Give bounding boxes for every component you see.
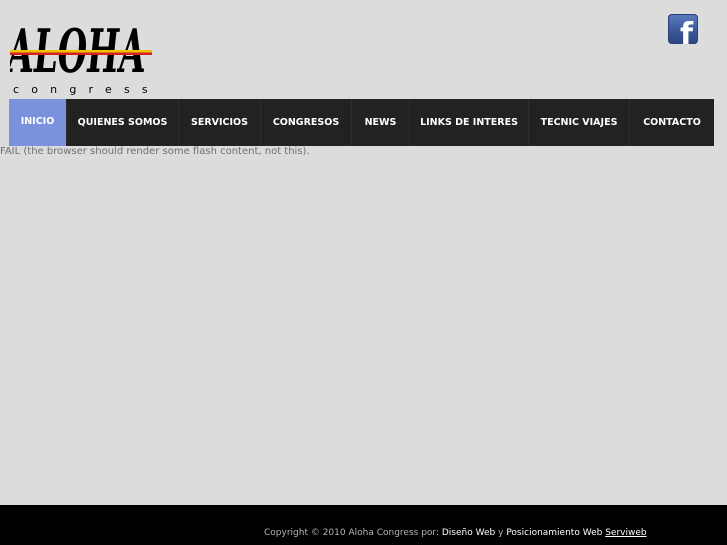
nav-item-congresos[interactable]: CONGRESOS <box>261 99 352 146</box>
footer-copyright: Copyright © 2010 Aloha Congress por: <box>264 528 439 538</box>
nav-item-tecnic-viajes[interactable]: TECNIC VIAJES <box>529 99 630 146</box>
footer-credits: Copyright © 2010 Aloha Congress por: Dis… <box>264 528 647 538</box>
footer-connector: y <box>498 528 504 538</box>
aloha-congress-logo[interactable]: ALOHA congress <box>10 8 160 98</box>
footer-link-diseno-web[interactable]: Diseño Web <box>442 528 495 538</box>
aloha-logo-mark: ALOHA <box>10 17 152 83</box>
logo-stripe-yellow <box>10 50 152 53</box>
footer-link-serviweb[interactable]: Serviweb <box>605 528 646 538</box>
logo-subtitle: congress <box>13 83 160 96</box>
nav-item-news[interactable]: NEWS <box>352 99 410 146</box>
facebook-glyph: f <box>679 17 693 45</box>
facebook-icon[interactable]: f <box>668 14 698 44</box>
nav-item-quienes-somos[interactable]: QUIENES SOMOS <box>67 99 179 146</box>
nav-item-inicio[interactable]: INICIO <box>9 99 67 146</box>
main-nav: INICIO QUIENES SOMOS SERVICIOS CONGRESOS… <box>9 99 714 146</box>
logo-stripe-red <box>10 52 152 55</box>
nav-item-links-de-interes[interactable]: LINKS DE INTERES <box>410 99 529 146</box>
nav-item-contacto[interactable]: CONTACTO <box>630 99 714 146</box>
footer: Copyright © 2010 Aloha Congress por: Dis… <box>0 505 727 545</box>
flash-fallback-text: FAIL (the browser should render some fla… <box>0 146 310 157</box>
nav-item-servicios[interactable]: SERVICIOS <box>179 99 261 146</box>
footer-link-posicionamiento-web[interactable]: Posicionamiento Web <box>506 528 602 538</box>
